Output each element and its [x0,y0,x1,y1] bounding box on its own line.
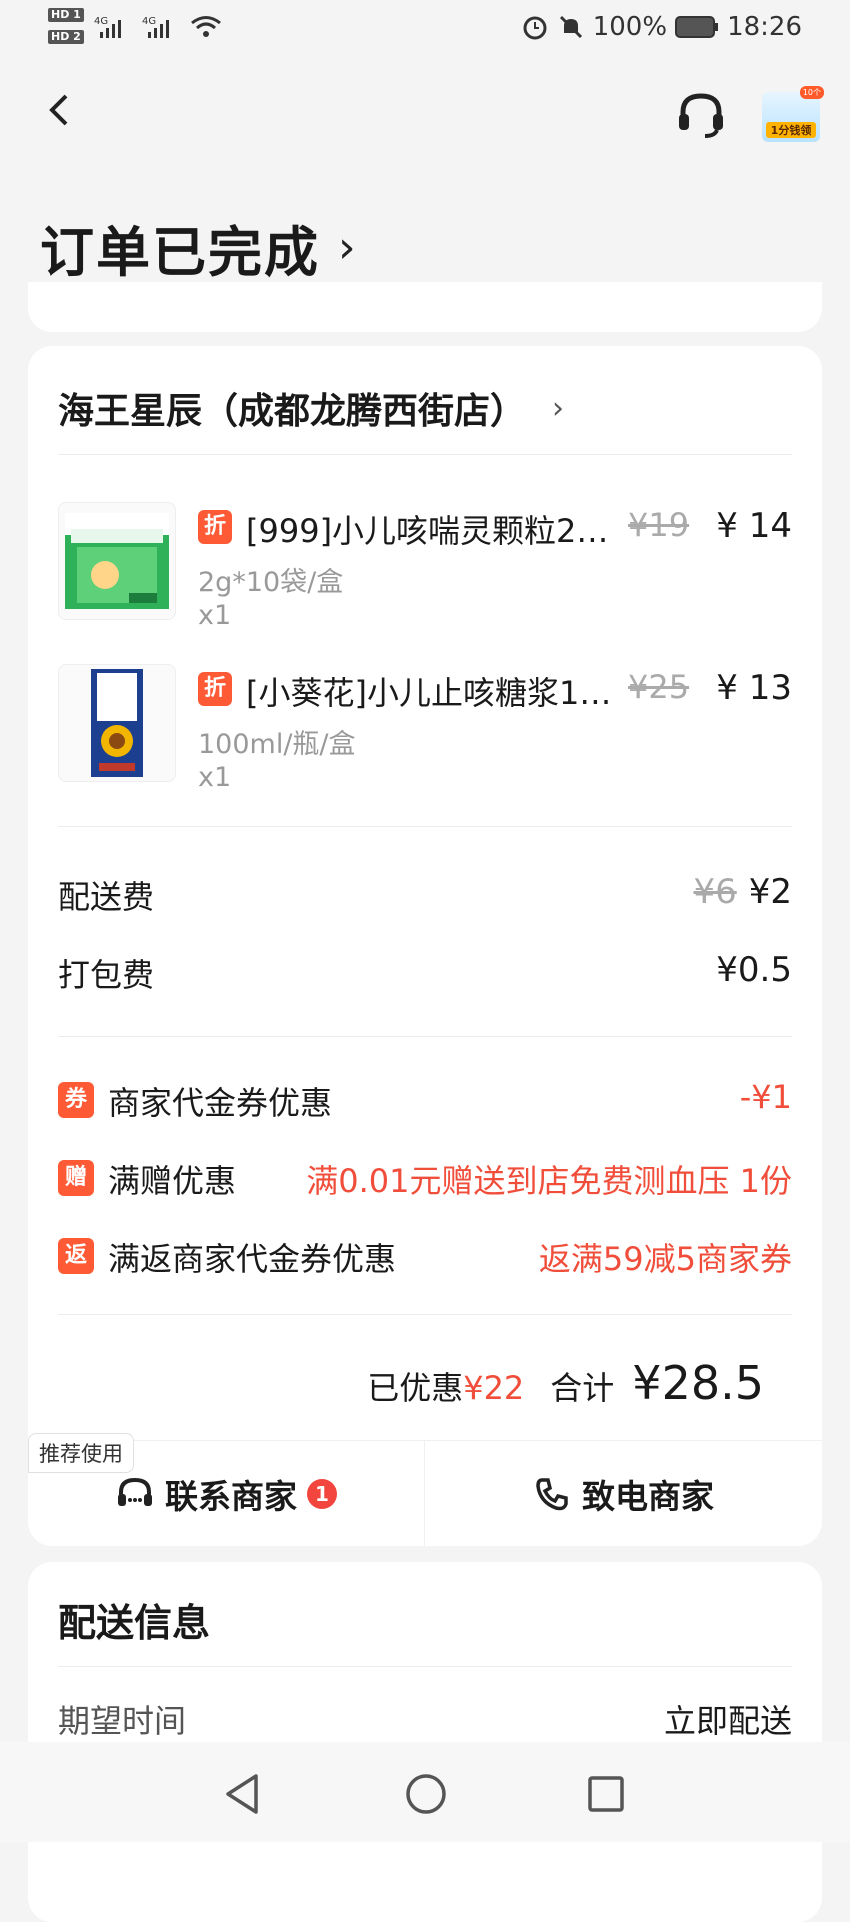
clock: 18:26 [727,12,802,42]
chevron-right-icon: › [338,222,358,273]
previous-card-edge [28,282,822,332]
expected-time-value: 立即配送 [663,1702,792,1740]
divider [58,1314,792,1315]
discount-value: 满0.01元赠送到店免费测血压 1份 [306,1162,792,1200]
call-merchant-button[interactable]: 致电商家 [425,1441,821,1547]
total-value: ¥28.5 [632,1356,764,1410]
battery-percent: 100% [592,12,668,42]
unread-badge: 1 [307,1479,337,1509]
chevron-right-icon: › [552,390,565,426]
chat-headset-icon [118,1477,152,1506]
headset-icon[interactable] [675,88,727,140]
divider [58,1666,792,1667]
discount-row: 返 满返商家代金券优惠 返满59减5商家券 [58,1234,792,1284]
discount-value: 返满59减5商家券 [538,1240,792,1278]
packing-fee-label: 打包费 [58,956,155,994]
product-qty: x1 [198,762,232,793]
delivery-fee-original: ¥6 [693,872,737,912]
order-item[interactable]: 折 [小葵花]小儿止咳糖浆100ml/瓶/盒 ¥25 ¥ 13 100ml/瓶/… [58,664,792,793]
divider [58,826,792,827]
action-bar: 推荐使用 联系商家 1 致电商家 [28,1433,822,1547]
product-name: [小葵花]小儿止咳糖浆100ml/瓶/盒 [246,674,616,712]
product-spec: 100ml/瓶/盒 [198,729,356,760]
packing-fee-row: 打包费 ¥0.5 [58,950,792,1000]
phone-icon [536,1478,568,1511]
expected-time-label: 期望时间 [58,1702,187,1740]
signal-icon: 4G [94,16,121,38]
delivery-fee-label: 配送费 [58,878,155,916]
coupon-icon: 券 [58,1082,94,1118]
store-link[interactable]: 海王星辰（成都龙腾西街店） › [58,382,564,434]
product-name: [999]小儿咳喘灵颗粒2g*10袋/盒 [246,512,616,550]
battery-icon [675,16,719,38]
product-image [58,502,176,620]
expected-time-row: 期望时间 立即配送 [58,1696,792,1742]
svg-text:4G: 4G [94,16,108,27]
delivery-fee-value: ¥2 [748,872,792,912]
original-price: ¥25 [628,668,690,706]
product-price: ¥ 14 [716,506,792,546]
discount-row: 券 商家代金券优惠 -¥1 [58,1078,792,1128]
order-status-title[interactable]: 订单已完成 › [40,208,358,287]
divider [58,454,792,455]
hd2-indicator: HD 2 [48,30,84,44]
total-label: 合计 [550,1369,615,1407]
home-nav-icon[interactable] [404,1772,448,1816]
gift-icon: 赠 [58,1160,94,1196]
discount-label: 满赠优惠 [108,1162,237,1200]
signal-icon-2: 4G [142,16,169,38]
section-title: 配送信息 [58,1601,211,1645]
contact-merchant-button[interactable]: 联系商家 1 [28,1441,424,1547]
discount-tag: 折 [198,510,232,544]
page-title: 订单已完成 [40,221,320,284]
system-nav-bar [0,1742,850,1842]
promo-coupon-button[interactable]: 10个 1分钱领 [762,86,824,142]
divider [58,1036,792,1037]
status-bar: HD 1 HD 2 4G 4G 100% 18:26 [0,0,850,60]
recents-nav-icon[interactable] [586,1774,626,1814]
saved-label: 已优惠 [367,1369,464,1407]
mute-icon [559,15,582,39]
svg-text:4G: 4G [142,16,156,27]
contact-merchant-label: 联系商家 [165,1477,297,1516]
call-merchant-label: 致电商家 [582,1477,714,1516]
promo-label: 1分钱领 [766,122,816,138]
promo-badge: 10个 [799,86,824,99]
alarm-icon [523,16,547,40]
delivery-fee-row: 配送费 ¥6 ¥2 [58,872,792,922]
back-nav-icon[interactable] [222,1772,262,1816]
hd1-indicator: HD 1 [48,8,84,22]
product-qty: x1 [198,600,232,631]
store-name: 海王星辰（成都龙腾西街店） [58,391,527,432]
rebate-icon: 返 [58,1238,94,1274]
original-price: ¥19 [628,506,690,544]
packing-fee-value: ¥0.5 [716,950,792,990]
product-image [58,664,176,782]
discount-label: 满返商家代金券优惠 [108,1240,397,1278]
discount-row: 赠 满赠优惠 满0.01元赠送到店免费测血压 1份 [58,1156,792,1206]
wifi-icon [191,16,221,37]
chevron-left-icon[interactable] [40,90,80,130]
product-spec: 2g*10袋/盒 [198,567,344,598]
discount-value: -¥1 [739,1078,792,1116]
discount-tag: 折 [198,672,232,706]
discount-label: 商家代金券优惠 [108,1084,333,1122]
top-nav: 10个 1分钱领 [0,70,850,160]
saved-value: ¥22 [463,1369,525,1407]
order-item[interactable]: 折 [999]小儿咳喘灵颗粒2g*10袋/盒 ¥19 ¥ 14 2g*10袋/盒… [58,502,792,631]
order-total: 已优惠 ¥22 合计 ¥28.5 [367,1356,764,1410]
product-price: ¥ 13 [716,668,792,708]
order-card: 海王星辰（成都龙腾西街店） › 折 [999]小儿咳喘灵颗粒2g*10袋/盒 ¥… [28,346,822,1547]
